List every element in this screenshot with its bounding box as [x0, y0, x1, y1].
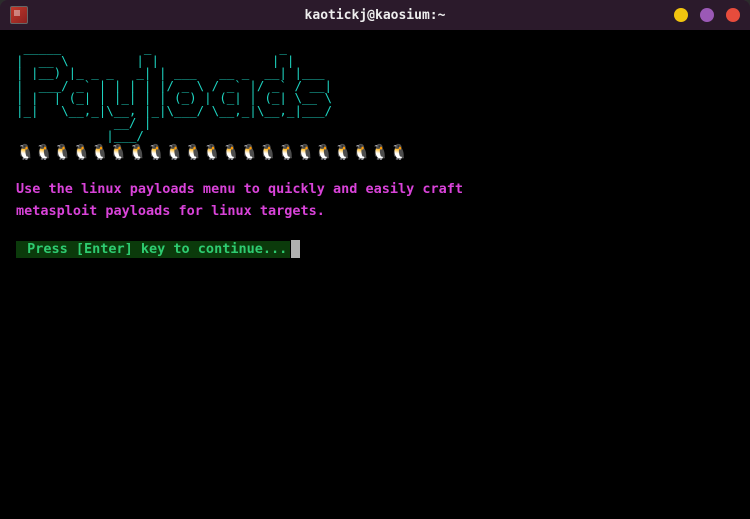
penguin-row: 🐧🐧🐧🐧🐧🐧🐧🐧🐧🐧🐧🐧🐧🐧🐧🐧🐧🐧🐧🐧🐧	[16, 144, 734, 161]
window-controls	[674, 8, 740, 22]
minimize-button[interactable]	[674, 8, 688, 22]
ascii-banner: _____ _ _ | __ \ | | | | | |__) |_ _ _ _…	[16, 42, 734, 142]
prompt-text: Press [Enter] key to continue...	[16, 241, 290, 259]
prompt-row: Press [Enter] key to continue...	[16, 240, 300, 258]
close-button[interactable]	[726, 8, 740, 22]
window-title: kaotickj@kaosium:~	[0, 8, 750, 23]
titlebar[interactable]: kaotickj@kaosium:~	[0, 0, 750, 30]
terminal-window: kaotickj@kaosium:~ _____ _ _ | __ \ | | …	[0, 0, 750, 519]
app-icon	[10, 6, 28, 24]
cursor	[291, 240, 300, 258]
terminal-body[interactable]: _____ _ _ | __ \ | | | | | |__) |_ _ _ _…	[0, 30, 750, 519]
description-text: Use the linux payloads menu to quickly a…	[16, 179, 734, 222]
maximize-button[interactable]	[700, 8, 714, 22]
